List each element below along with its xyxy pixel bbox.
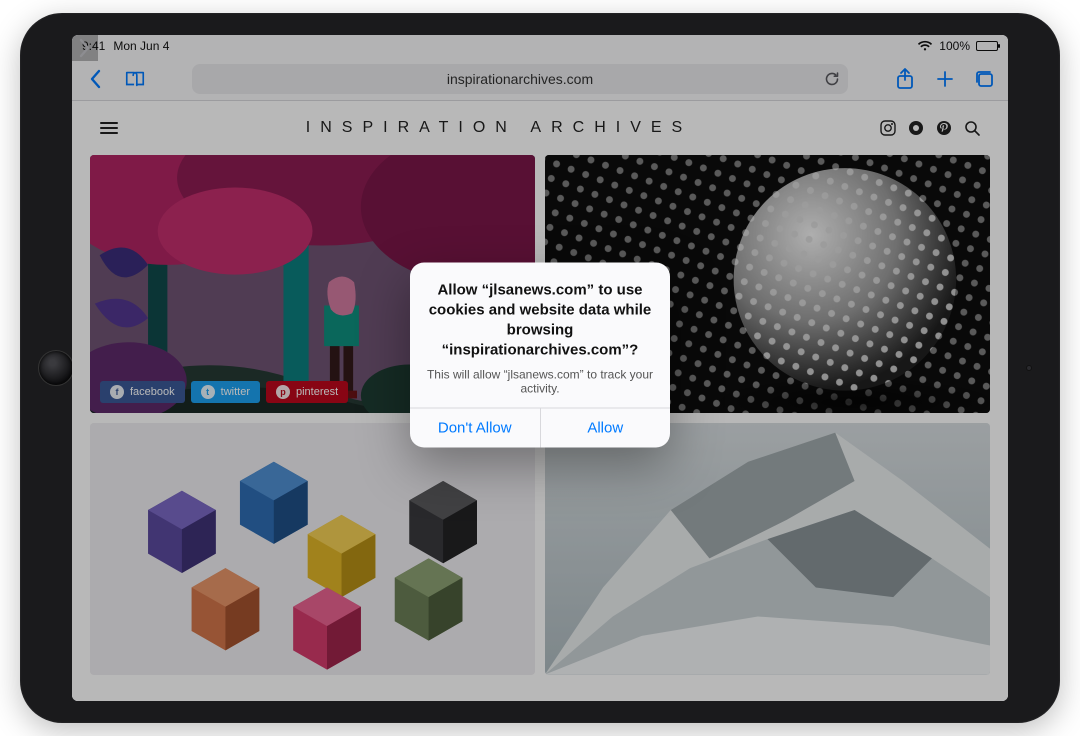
dialog-title: Allow “jlsanews.com” to use cookies and …	[426, 280, 654, 361]
allow-button[interactable]: Allow	[540, 408, 671, 447]
permission-dialog: Allow “jlsanews.com” to use cookies and …	[410, 262, 670, 447]
front-camera	[1026, 365, 1032, 371]
screen: 9:41 Mon Jun 4 100% insp	[72, 35, 1008, 701]
dialog-subtitle: This will allow “jlsanews.com” to track …	[426, 367, 654, 395]
dont-allow-button[interactable]: Don't Allow	[410, 408, 540, 447]
ipad-device-frame: 9:41 Mon Jun 4 100% insp	[20, 13, 1060, 723]
home-button[interactable]	[38, 350, 74, 386]
